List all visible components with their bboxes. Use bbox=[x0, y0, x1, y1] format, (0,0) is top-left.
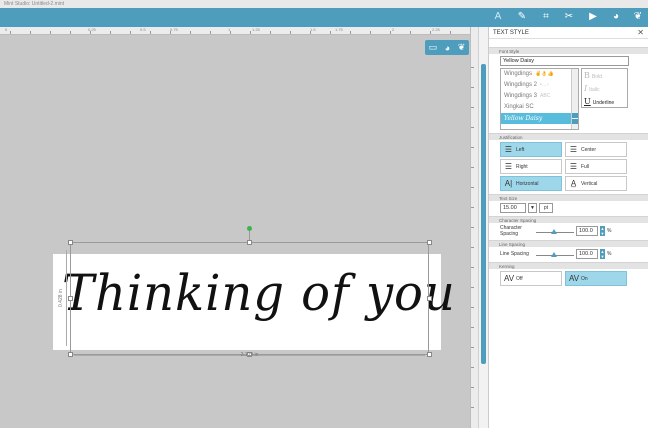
line-spacing-section: Line Spacing 100.0 ▲ ▼ % bbox=[489, 247, 648, 262]
resize-handle[interactable] bbox=[427, 296, 432, 301]
kerning-icon: AV bbox=[504, 274, 515, 283]
font-item-wingdings-3[interactable]: Wingdings 3 ABC bbox=[501, 91, 578, 102]
screen-view-icon[interactable]: ▭ bbox=[429, 42, 438, 53]
resize-handle[interactable] bbox=[68, 240, 73, 245]
justify-right-button[interactable]: ☰ Right bbox=[500, 159, 562, 174]
character-spacing-slider[interactable] bbox=[536, 227, 574, 236]
design-canvas[interactable] bbox=[0, 35, 470, 428]
width-dimension-label: 2.139 in bbox=[240, 352, 259, 358]
close-icon[interactable]: ✕ bbox=[637, 27, 644, 39]
horizontal-text-icon: A| bbox=[504, 179, 513, 188]
font-item-wingdings[interactable]: Wingdings ✌👌👍 bbox=[501, 69, 578, 80]
leaf-icon[interactable]: ❦ bbox=[631, 10, 645, 24]
align-center-icon: ☰ bbox=[569, 145, 578, 154]
rotation-handle[interactable] bbox=[247, 226, 252, 231]
justification-section-title: Justification bbox=[489, 133, 648, 140]
resize-handle[interactable] bbox=[427, 240, 432, 245]
underline-option[interactable]: U Underline bbox=[582, 95, 627, 108]
font-item-wingdings-2[interactable]: Wingdings 2 •→↑ bbox=[501, 80, 578, 91]
ruler-label: 1.75 bbox=[335, 27, 343, 32]
font-style-options: B Bold I Italic U Underline bbox=[581, 68, 628, 108]
bold-option[interactable]: B Bold bbox=[582, 69, 627, 82]
resize-handle[interactable] bbox=[68, 296, 73, 301]
selection-box bbox=[70, 242, 429, 355]
ruler-label: 0 bbox=[5, 27, 8, 32]
record-icon[interactable]: ▶ bbox=[586, 10, 600, 24]
text-style-panel: TEXT STYLE ✕ Font Style Yellow Daisy Win… bbox=[488, 27, 648, 428]
kerning-icon: AV bbox=[569, 274, 580, 283]
line-spacing-input[interactable]: 100.0 bbox=[576, 249, 598, 259]
kerning-on-button[interactable]: AV On bbox=[565, 271, 627, 286]
slider-knob[interactable] bbox=[551, 251, 557, 257]
palette-icon[interactable]: ◕ bbox=[609, 10, 623, 24]
panel-title: TEXT STYLE ✕ bbox=[489, 27, 648, 39]
kerning-section: AV Off AV On bbox=[489, 269, 648, 289]
leaf-view-icon[interactable]: ❦ bbox=[458, 42, 466, 53]
scrollbar-thumb[interactable] bbox=[481, 64, 486, 364]
character-spacing-label: Character Spacing bbox=[500, 225, 522, 237]
slider-knob[interactable] bbox=[551, 228, 557, 234]
stepper-icon[interactable]: ▲ ▼ bbox=[600, 226, 605, 236]
ruler-label: 0.5 bbox=[140, 27, 146, 32]
kerning-section-title: Kerning bbox=[489, 262, 648, 269]
chevron-down-icon[interactable]: ▼ bbox=[528, 203, 537, 213]
percent-label: % bbox=[607, 251, 612, 257]
font-list-scrollbar[interactable] bbox=[571, 69, 578, 129]
percent-label: % bbox=[607, 228, 612, 234]
text-size-section-title: Text Size bbox=[489, 194, 648, 201]
line-spacing-label: Line Spacing bbox=[500, 251, 529, 257]
ruler-label: 0.75 bbox=[170, 27, 178, 32]
align-right-icon: ☰ bbox=[504, 162, 513, 171]
justify-full-button[interactable]: ☰ Full bbox=[565, 159, 627, 174]
vertical-scrollbar[interactable] bbox=[478, 27, 488, 428]
justify-center-button[interactable]: ☰ Center bbox=[565, 142, 627, 157]
resize-handle[interactable] bbox=[247, 240, 252, 245]
ruler-label: 1.25 bbox=[252, 27, 260, 32]
justification-section: ☰ Left ☰ Center ☰ Right ☰ Full A| Horizontal … bbox=[489, 140, 648, 194]
horizontal-text-button[interactable]: A| Horizontal bbox=[500, 176, 562, 191]
window-title: Mint Studio: Untitled-2.mint bbox=[0, 0, 648, 8]
text-size-unit[interactable]: pt bbox=[539, 203, 553, 213]
ruler-label: 2 bbox=[392, 27, 395, 32]
character-spacing-section-title: Character Spacing bbox=[489, 216, 648, 223]
font-list[interactable]: Wingdings ✌👌👍 Wingdings 2 •→↑ Wingdings 3A… bbox=[500, 68, 579, 130]
panel-title-text: TEXT STYLE bbox=[493, 30, 529, 36]
font-name-input[interactable]: Yellow Daisy bbox=[500, 56, 629, 66]
line-spacing-section-title: Line Spacing bbox=[489, 240, 648, 247]
horizontal-ruler: 0 0.25 0.5 0.75 1 1.25 1.5 1.75 2 2.25 bbox=[0, 27, 472, 35]
top-toolbar: A ✎ ⌗ ✂ ▶ ◕ ❦ bbox=[0, 8, 648, 27]
align-left-icon: ☰ bbox=[504, 145, 513, 154]
align-full-icon: ☰ bbox=[569, 162, 578, 171]
italic-option[interactable]: I Italic bbox=[582, 82, 627, 95]
fill-icon[interactable]: ✎ bbox=[515, 10, 529, 24]
vertical-ruler bbox=[470, 27, 478, 428]
crop-icon[interactable]: ⌗ bbox=[539, 10, 553, 24]
kerning-off-button[interactable]: AV Off bbox=[500, 271, 562, 286]
text-size-section: 15.00 ▼ pt bbox=[489, 201, 648, 216]
font-style-section-title: Font Style bbox=[489, 47, 648, 54]
line-spacing-slider[interactable] bbox=[536, 250, 574, 259]
height-dimension-line bbox=[66, 250, 67, 346]
view-toggle[interactable]: ▭ ◕ ❦ bbox=[425, 40, 469, 55]
palette-view-icon[interactable]: ◕ bbox=[445, 43, 450, 53]
justify-left-button[interactable]: ☰ Left bbox=[500, 142, 562, 157]
character-spacing-section: Character Spacing 100.0 ▲ ▼ % bbox=[489, 223, 648, 240]
vertical-text-icon: A̲ bbox=[570, 179, 577, 188]
character-spacing-input[interactable]: 100.0 bbox=[576, 226, 598, 236]
trace-icon[interactable]: ✂ bbox=[562, 10, 576, 24]
ruler-label: 2.25 bbox=[432, 27, 440, 32]
stepper-icon[interactable]: ▲ ▼ bbox=[600, 249, 605, 259]
font-item-xingkai-sc[interactable]: Xingkai SC bbox=[501, 102, 578, 113]
font-item-yellow-daisy[interactable]: Yellow Daisy bbox=[501, 113, 578, 124]
height-dimension-label: 0.428 in bbox=[58, 289, 64, 307]
scroll-down-icon[interactable] bbox=[572, 119, 578, 124]
text-style-icon[interactable]: A bbox=[491, 10, 505, 24]
scroll-up-icon[interactable] bbox=[572, 113, 578, 118]
vertical-text-button[interactable]: A̲ Vertical bbox=[565, 176, 627, 191]
font-style-section: Yellow Daisy Wingdings ✌👌👍 Wingdings 2 •→↑… bbox=[489, 54, 648, 133]
text-size-input[interactable]: 15.00 bbox=[500, 203, 526, 213]
